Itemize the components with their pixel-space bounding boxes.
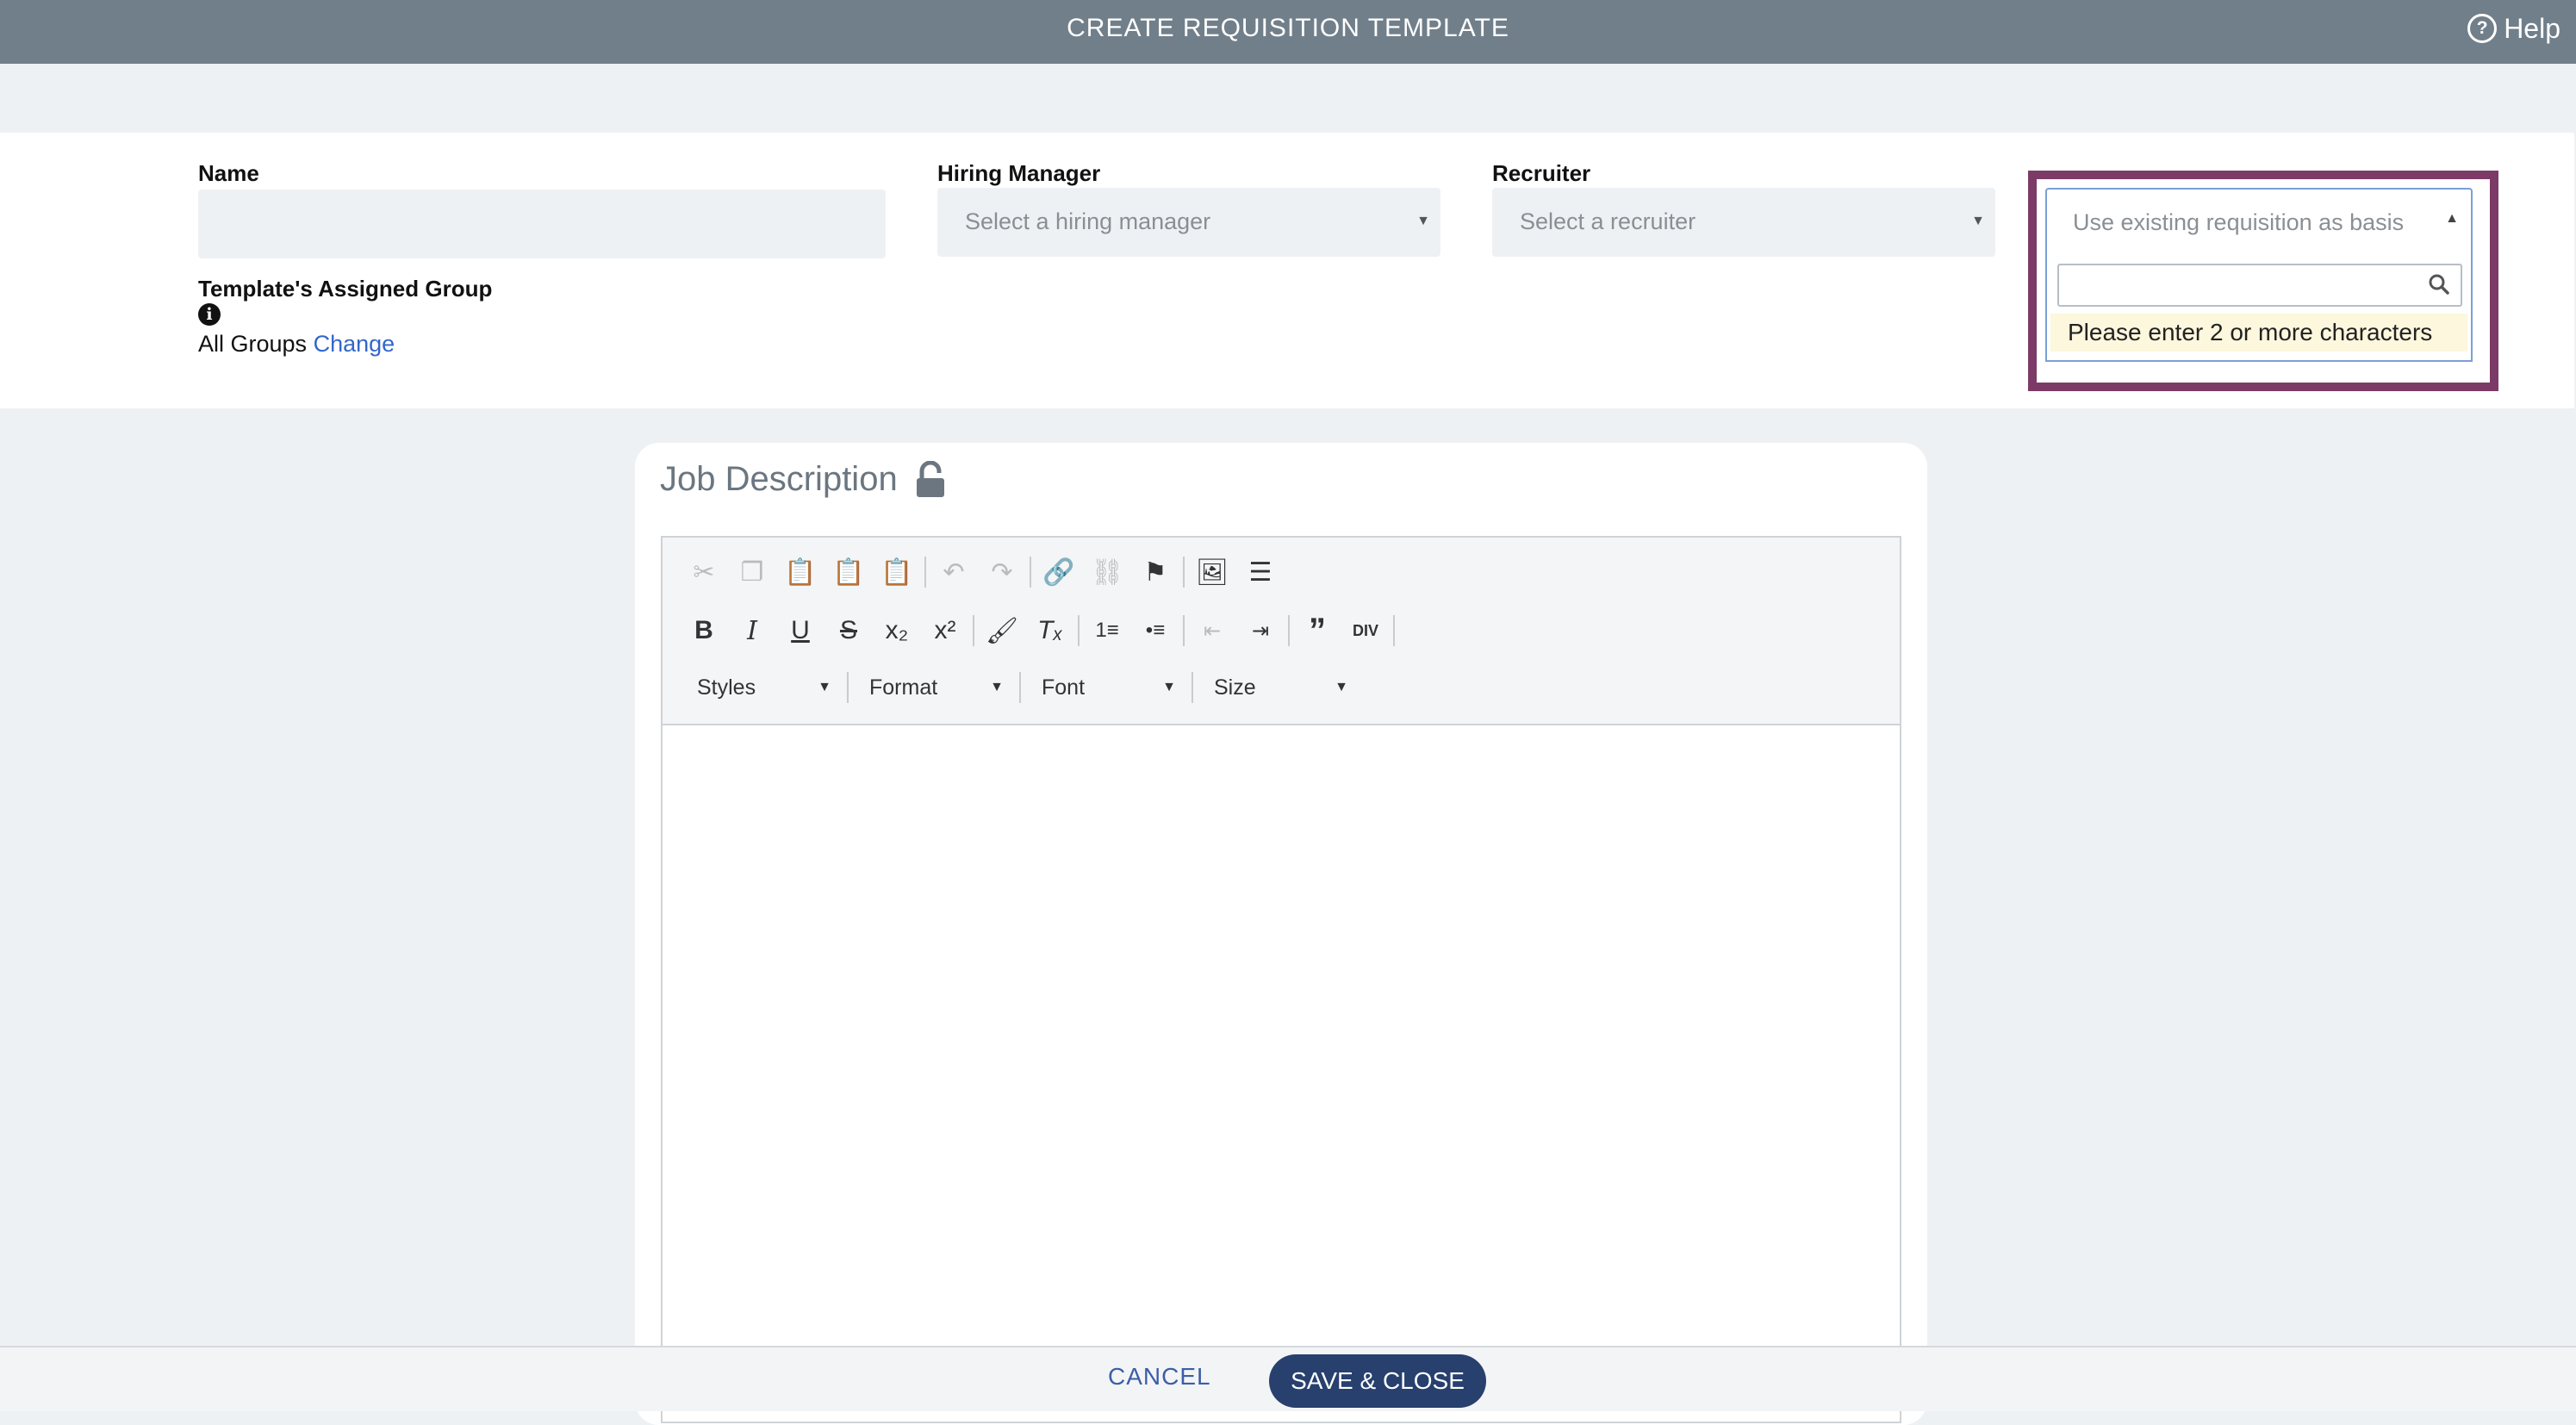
caret-down-icon: ▼ <box>1162 680 1176 694</box>
copy-icon[interactable]: ❐ <box>728 548 776 596</box>
numbered-list-icon[interactable]: 1≡ <box>1083 607 1131 655</box>
toolbar-row-clipboard: ✂ ❐ 📋 📋 📋 ↶ ↷ 🔗 ⛓ ⚑ 🖼 ☰ <box>680 548 1285 596</box>
caret-down-icon: ▼ <box>818 680 831 694</box>
recruiter-label: Recruiter <box>1492 160 1591 186</box>
chevron-down-icon: ▼ <box>1971 214 1985 228</box>
format-label: Format <box>869 675 938 700</box>
paste-word-icon[interactable]: 📋 <box>873 548 921 596</box>
toolbar-separator <box>1078 615 1080 646</box>
toolbar-row-combos: Styles ▼ Format ▼ Font ▼ Size ▼ <box>680 663 1360 712</box>
paste-icon[interactable]: 📋 <box>776 548 824 596</box>
image-icon[interactable]: 🖼 <box>1188 548 1236 596</box>
toolbar-row-formatting: B I U S x₂ x² 🖌 Tₓ 1≡ •≡ ⇤ ⇥ ” DIV <box>680 607 1398 655</box>
hiring-manager-select[interactable]: Select a hiring manager ▼ <box>937 188 1440 257</box>
job-description-header: Job Description <box>660 460 946 499</box>
change-group-link[interactable]: Change <box>314 331 395 357</box>
paste-text-icon[interactable]: 📋 <box>824 548 873 596</box>
min-characters-message: Please enter 2 or more characters <box>2050 314 2467 352</box>
info-icon[interactable]: i <box>198 303 221 326</box>
chevron-down-icon: ▼ <box>1416 214 1430 228</box>
existing-requisition-dropdown: Please enter 2 or more characters <box>2045 252 2473 362</box>
assigned-group-label: Template's Assigned Group <box>198 276 493 302</box>
size-label: Size <box>1214 675 1256 700</box>
unlink-icon[interactable]: ⛓ <box>1083 548 1131 596</box>
blockquote-icon[interactable]: ” <box>1293 607 1341 655</box>
existing-requisition-select[interactable]: Use existing requisition as basis ▲ <box>2045 188 2473 253</box>
toolbar-separator <box>1183 557 1185 588</box>
horizontal-line-icon[interactable]: ☰ <box>1236 548 1285 596</box>
toolbar-separator <box>1192 672 1193 703</box>
format-dropdown[interactable]: Format ▼ <box>852 669 1016 706</box>
caret-down-icon: ▼ <box>1335 680 1348 694</box>
toolbar-separator <box>924 557 926 588</box>
page-title: CREATE REQUISITION TEMPLATE <box>1067 14 1509 42</box>
subscript-icon[interactable]: x₂ <box>873 607 921 655</box>
editor-toolbar: ✂ ❐ 📋 📋 📋 ↶ ↷ 🔗 ⛓ ⚑ 🖼 ☰ B I U S x₂ x² 🖌 … <box>663 538 1900 725</box>
font-dropdown[interactable]: Font ▼ <box>1024 669 1188 706</box>
rich-text-editor: ✂ ❐ 📋 📋 📋 ↶ ↷ 🔗 ⛓ ⚑ 🖼 ☰ B I U S x₂ x² 🖌 … <box>661 536 1901 1423</box>
recruiter-select[interactable]: Select a recruiter ▼ <box>1492 188 1995 257</box>
link-icon[interactable]: 🔗 <box>1035 548 1083 596</box>
hiring-manager-placeholder: Select a hiring manager <box>965 208 1211 234</box>
requisition-search-input[interactable] <box>2057 264 2462 307</box>
group-value: All Groups <box>198 331 308 357</box>
bold-icon[interactable]: B <box>680 607 728 655</box>
redo-icon[interactable]: ↷ <box>978 548 1026 596</box>
decrease-indent-icon[interactable]: ⇤ <box>1188 607 1236 655</box>
size-dropdown[interactable]: Size ▼ <box>1197 669 1360 706</box>
styles-label: Styles <box>697 675 756 700</box>
caret-down-icon: ▼ <box>990 680 1004 694</box>
toolbar-separator <box>1288 615 1290 646</box>
save-close-button[interactable]: SAVE & CLOSE <box>1269 1354 1486 1408</box>
unlock-icon[interactable] <box>915 460 946 499</box>
chevron-up-icon: ▲ <box>2445 211 2459 226</box>
help-icon: ? <box>2467 14 2498 43</box>
undo-icon[interactable]: ↶ <box>930 548 978 596</box>
cut-icon[interactable]: ✂ <box>680 548 728 596</box>
copy-formatting-brush-icon[interactable]: 🖌 <box>978 607 1026 655</box>
underline-icon[interactable]: U <box>776 607 824 655</box>
search-icon <box>2429 274 2449 295</box>
help-label: Help <box>2504 13 2560 44</box>
toolbar-separator <box>1393 615 1395 646</box>
job-description-title: Job Description <box>660 460 898 498</box>
name-label: Name <box>198 160 259 186</box>
toolbar-separator <box>847 672 849 703</box>
anchor-flag-icon[interactable]: ⚑ <box>1131 548 1179 596</box>
toolbar-separator <box>1019 672 1021 703</box>
styles-dropdown[interactable]: Styles ▼ <box>680 669 843 706</box>
cancel-button[interactable]: CANCEL <box>1108 1363 1211 1391</box>
italic-icon[interactable]: I <box>728 607 776 655</box>
name-input[interactable] <box>198 190 886 258</box>
remove-format-icon[interactable]: Tₓ <box>1026 607 1074 655</box>
bulleted-list-icon[interactable]: •≡ <box>1131 607 1179 655</box>
help-button[interactable]: ? Help <box>2467 0 2560 57</box>
recruiter-placeholder: Select a recruiter <box>1520 208 1696 234</box>
toolbar-separator <box>1183 615 1185 646</box>
hiring-manager-label: Hiring Manager <box>937 160 1101 186</box>
existing-requisition-placeholder: Use existing requisition as basis <box>2073 209 2405 235</box>
superscript-icon[interactable]: x² <box>921 607 969 655</box>
strikethrough-icon[interactable]: S <box>824 607 873 655</box>
div-container-icon[interactable]: DIV <box>1341 607 1390 655</box>
header-bar: CREATE REQUISITION TEMPLATE ? Help <box>0 0 2576 64</box>
increase-indent-icon[interactable]: ⇥ <box>1236 607 1285 655</box>
toolbar-separator <box>973 615 974 646</box>
editor-content-area[interactable] <box>663 725 1900 1422</box>
assigned-group-value: All Groups Change <box>198 331 395 358</box>
font-label: Font <box>1042 675 1086 700</box>
toolbar-separator <box>1030 557 1031 588</box>
